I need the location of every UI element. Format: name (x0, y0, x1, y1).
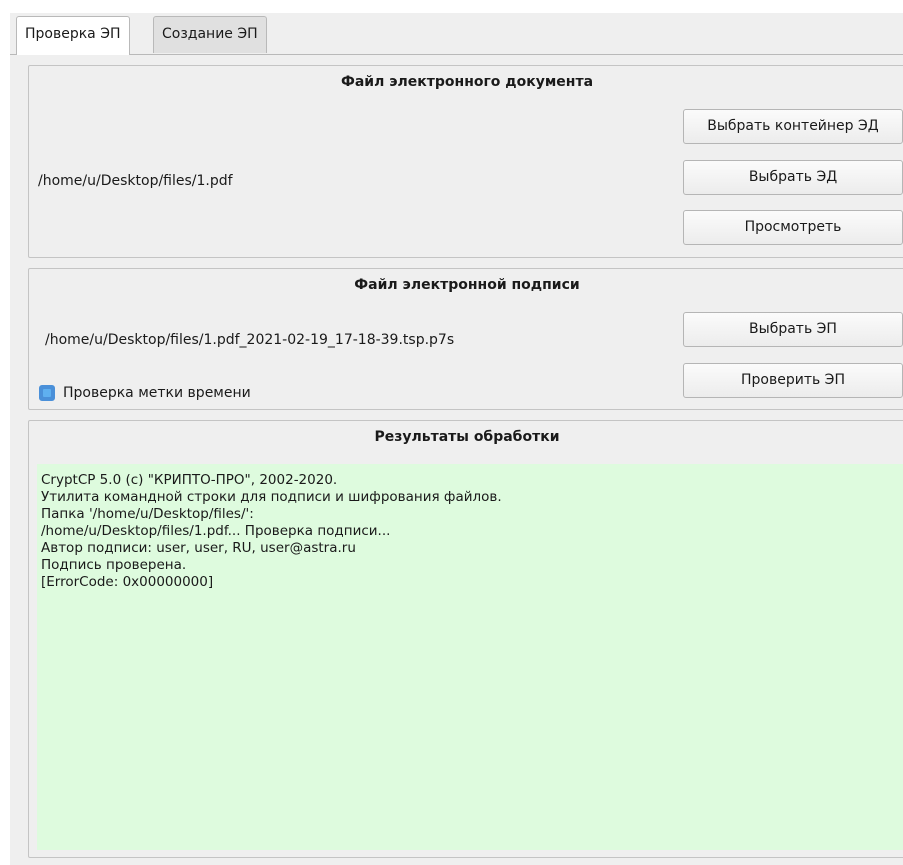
signature-file-group: Файл электронной подписи /home/u/Desktop… (28, 268, 903, 410)
timestamp-check-row[interactable]: Проверка метки времени (39, 385, 251, 401)
timestamp-check-label: Проверка метки времени (63, 385, 251, 401)
document-path: /home/u/Desktop/files/1.pdf (38, 173, 233, 189)
select-container-button[interactable]: Выбрать контейнер ЭД (683, 109, 903, 144)
results-group-title: Результаты обработки (374, 429, 560, 445)
tab-create-signature[interactable]: Создание ЭП (153, 16, 267, 53)
tab-verify-signature[interactable]: Проверка ЭП (16, 16, 130, 55)
tab-bar: Проверка ЭП Создание ЭП (10, 13, 903, 55)
timestamp-checkbox[interactable] (39, 385, 55, 401)
verify-signature-button[interactable]: Проверить ЭП (683, 363, 903, 398)
document-group-title: Файл электронного документа (340, 74, 594, 90)
signature-path: /home/u/Desktop/files/1.pdf_2021-02-19_1… (45, 332, 455, 348)
document-file-group: Файл электронного документа /home/u/Desk… (28, 65, 903, 258)
results-output[interactable]: CryptCP 5.0 (c) "КРИПТО-ПРО", 2002-2020.… (37, 464, 903, 850)
results-group: Результаты обработки CryptCP 5.0 (c) "КР… (28, 420, 903, 858)
select-document-button[interactable]: Выбрать ЭД (683, 160, 903, 195)
signature-group-title: Файл электронной подписи (354, 277, 580, 293)
main-window: Проверка ЭП Создание ЭП Файл электронног… (10, 13, 903, 865)
select-signature-button[interactable]: Выбрать ЭП (683, 312, 903, 347)
view-document-button[interactable]: Просмотреть (683, 210, 903, 245)
